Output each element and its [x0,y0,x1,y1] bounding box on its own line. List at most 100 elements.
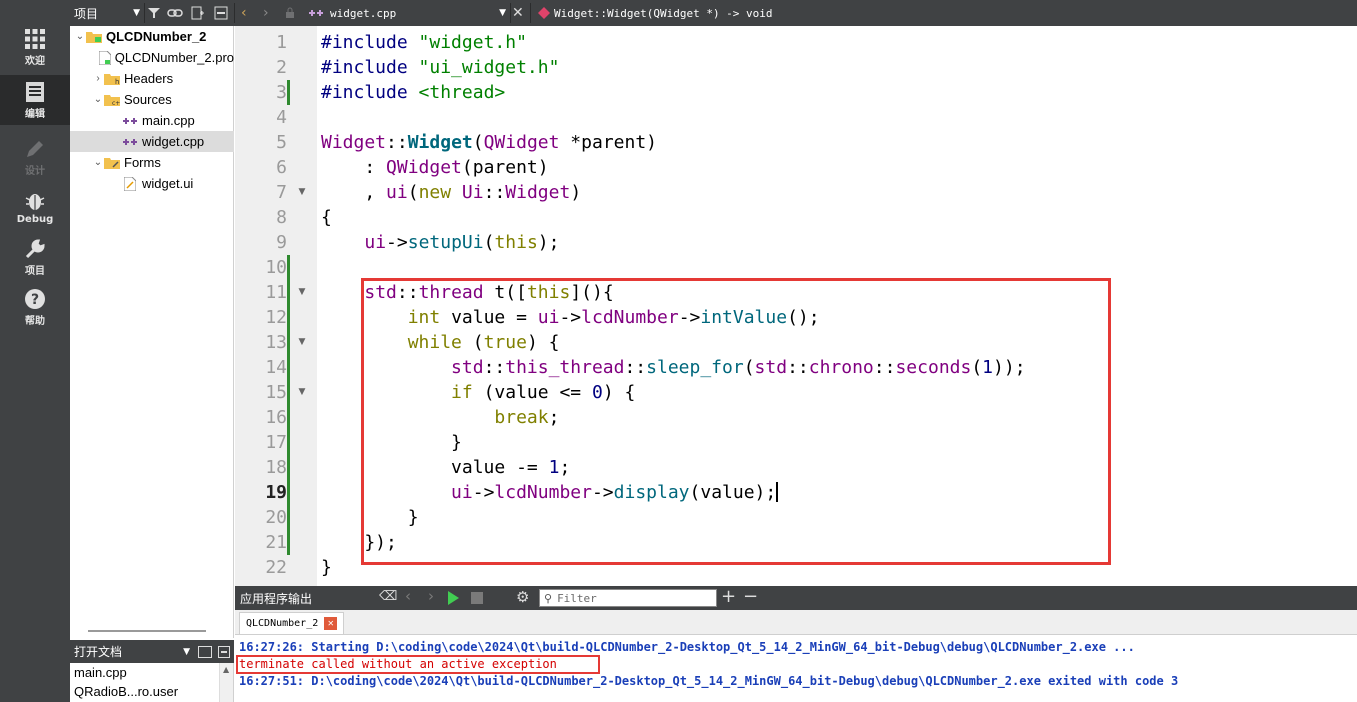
code-token: ui [386,182,408,203]
tree-item-label: Sources [124,92,172,107]
zoom-out-icon[interactable]: − [743,586,758,607]
tree-item-project[interactable]: ⌄ QLCDNumber_2 [70,26,234,47]
line-number: 21 [265,532,287,553]
open-documents-header: 打开文档 ▼ [70,640,234,663]
tree-item-label: QLCDNumber_2.pro [114,50,234,65]
code-token: -= [505,457,549,478]
close-pane-icon[interactable] [218,645,230,658]
line-number: 5 [276,132,287,153]
code-token: std [754,357,788,378]
document-icon [26,81,44,102]
code-token: ( [483,232,495,253]
code-token: thread [418,282,484,303]
line-number: 9 [276,232,287,253]
close-document-button[interactable]: ✕ [512,0,524,26]
code-token: std [364,282,397,303]
fold-toggle-icon[interactable]: ▼ [297,180,307,205]
close-tab-button[interactable]: ✕ [324,617,338,630]
tree-item-sources[interactable]: ⌄ c+ Sources [70,89,234,110]
back-button[interactable]: ‹ [241,0,247,26]
mode-welcome[interactable]: 欢迎 [0,22,70,72]
code-token: -> [678,307,701,328]
code-line: , ui(new Ui::Widget) [321,180,581,205]
mode-help[interactable]: ? 帮助 [0,282,70,332]
line-number: 12 [265,307,287,328]
forward-button[interactable]: › [263,0,269,26]
mode-projects[interactable]: 项目 [0,232,70,282]
tree-item-widget-ui[interactable]: widget.ui [70,173,234,194]
code-token: value [451,457,506,478]
tree-item-forms[interactable]: ⌄ Forms [70,152,234,173]
project-icon [86,30,102,44]
code-token: value [494,382,549,403]
code-token: new [418,182,452,203]
filter-tree-button[interactable] [147,0,161,26]
line-number: 1 [276,32,287,53]
symbol-selector-label: Widget::Widget(QWidget *) -> void [554,6,773,20]
arrow-left-icon[interactable]: ‹ [405,587,411,605]
fold-toggle-icon[interactable]: ▼ [297,380,307,405]
code-token: break [494,407,549,428]
line-number: 17 [265,432,287,453]
clear-output-icon[interactable]: ⌫ [379,589,397,604]
close-pane-button[interactable] [214,0,228,26]
tree-item-main-cpp[interactable]: main.cpp [70,110,234,131]
output-filter-input[interactable]: ⚲ Filter [539,589,717,607]
lock-button[interactable] [285,0,295,26]
output-tab-label: QLCDNumber_2 [246,618,319,629]
tree-item-pro-file[interactable]: QLCDNumber_2.pro [70,47,234,68]
gear-icon[interactable]: ⚙ [516,588,529,606]
zoom-in-icon[interactable]: + [721,586,736,607]
changed-line-marker [287,255,290,555]
split-icon[interactable] [198,645,212,658]
pane-splitter[interactable] [88,630,206,632]
chevron-down-icon: ⌄ [93,94,103,105]
open-document-item[interactable]: QRadioB...ro.user [70,682,233,701]
output-filter-placeholder: Filter [557,591,597,605]
code-line: break; [321,405,559,430]
tree-item-widget-cpp[interactable]: widget.cpp [70,131,234,152]
code-editor[interactable]: #include "widget.h" #include "ui_widget.h… [317,26,1357,586]
close-icon: ✕ [512,5,524,21]
link-editor-button[interactable] [167,0,183,26]
tree-item-headers[interactable]: › h Headers [70,68,234,89]
run-icon[interactable] [448,591,459,605]
code-line: ui->setupUi(this); [321,230,559,255]
code-line: { [321,205,332,230]
code-token: Ui [461,182,484,203]
code-line: while (true) { [321,330,560,355]
mode-debug[interactable]: Debug [0,182,70,232]
code-token: :: [787,357,809,378]
chevron-down-icon: ▼ [133,8,140,18]
code-token: ); [537,232,560,253]
symbol-selector[interactable]: Widget::Widget(QWidget *) -> void [538,0,773,26]
tree-item-label: widget.ui [142,176,194,191]
filter-icon [148,8,160,18]
view-selector[interactable]: 项目 ▼ [74,0,140,26]
split-button[interactable] [191,0,205,26]
output-tab[interactable]: QLCDNumber_2 ✕ [239,612,345,634]
line-number: 11 [265,282,287,303]
mode-design[interactable]: 设计 [0,132,70,182]
fold-toggle-icon[interactable]: ▼ [297,280,307,305]
scrollbar[interactable]: ▲ [219,663,233,702]
open-document-item[interactable]: main.cpp [70,663,233,682]
stop-icon[interactable] [471,592,483,604]
split-icon [191,6,204,20]
arrow-right-icon[interactable]: › [428,587,434,605]
mode-edit[interactable]: 编辑 [0,75,70,125]
chevron-down-icon[interactable]: ▼ [183,647,190,657]
code-token: } [321,557,332,578]
code-token: 0 [591,382,603,403]
code-token: t([ [483,282,527,303]
project-tree: ⌄ QLCDNumber_2 QLCDNumber_2.pro › h Head… [70,26,234,638]
cpp-file-icon [122,135,138,149]
line-number: 19 [265,482,287,503]
code-token: :: [873,357,896,378]
fold-toggle-icon[interactable]: ▼ [297,330,307,355]
tree-item-label: Forms [124,155,161,170]
file-selector[interactable]: widget.cpp ▼ [308,0,506,26]
